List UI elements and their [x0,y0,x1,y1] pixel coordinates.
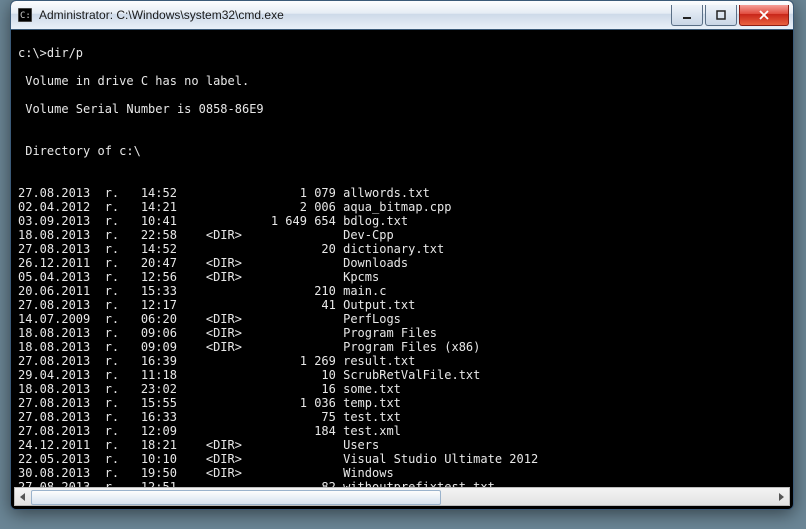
dir-entry: 14.07.2009 r. 06:20 <DIR> PerfLogs [18,312,786,326]
window-title: Administrator: C:\Windows\system32\cmd.e… [39,8,669,22]
dir-entry: 30.08.2013 r. 19:50 <DIR> Windows [18,466,786,480]
dir-entry: 02.04.2012 r. 14:21 2 006 aqua_bitmap.cp… [18,200,786,214]
scroll-thumb[interactable] [31,490,441,505]
dir-entry: 27.08.2013 r. 16:33 75 test.txt [18,410,786,424]
volume-line: Volume in drive C has no label. [18,74,786,88]
dir-entry: 18.08.2013 r. 09:06 <DIR> Program Files [18,326,786,340]
prompt-line: c:\>dir/p [18,46,786,60]
dir-entry: 18.08.2013 r. 22:58 <DIR> Dev-Cpp [18,228,786,242]
dir-entry: 27.08.2013 r. 14:52 20 dictionary.txt [18,242,786,256]
close-button[interactable] [739,5,789,26]
dir-entry: 24.12.2011 r. 18:21 <DIR> Users [18,438,786,452]
svg-text:C:: C: [20,11,31,21]
directory-of-line: Directory of c:\ [18,144,786,158]
dir-entry: 27.08.2013 r. 14:52 1 079 allwords.txt [18,186,786,200]
terminal-area[interactable]: c:\>dir/p Volume in drive C has no label… [14,30,790,487]
dir-entry: 27.08.2013 r. 12:17 41 Output.txt [18,298,786,312]
scroll-left-arrow-icon[interactable] [15,489,31,504]
scroll-right-arrow-icon[interactable] [773,489,789,504]
dir-entry: 18.08.2013 r. 09:09 <DIR> Program Files … [18,340,786,354]
dir-entry: 20.06.2011 r. 15:33 210 main.c [18,284,786,298]
scroll-track[interactable] [31,489,773,504]
dir-entry: 26.12.2011 r. 20:47 <DIR> Downloads [18,256,786,270]
horizontal-scrollbar[interactable] [14,487,790,506]
dir-entry: 27.08.2013 r. 15:55 1 036 temp.txt [18,396,786,410]
dir-entry: 05.04.2013 r. 12:56 <DIR> Kpcms [18,270,786,284]
dir-entry: 22.05.2013 r. 10:10 <DIR> Visual Studio … [18,452,786,466]
window-buttons [669,5,789,25]
dir-entry: 27.08.2013 r. 12:09 184 test.xml [18,424,786,438]
maximize-button[interactable] [705,5,737,26]
titlebar[interactable]: C: Administrator: C:\Windows\system32\cm… [11,1,793,30]
dir-entry: 29.04.2013 r. 11:18 10 ScrubRetValFile.t… [18,368,786,382]
cmd-window: C: Administrator: C:\Windows\system32\cm… [10,0,794,510]
dir-entry: 03.09.2013 r. 10:41 1 649 654 bdlog.txt [18,214,786,228]
dir-listing: 27.08.2013 r. 14:52 1 079 allwords.txt02… [18,186,786,487]
dir-entry: 18.08.2013 r. 23:02 16 some.txt [18,382,786,396]
cmd-icon: C: [17,7,33,23]
dir-entry: 27.08.2013 r. 12:51 82 withoutprefixtest… [18,480,786,487]
serial-line: Volume Serial Number is 0858-86E9 [18,102,786,116]
dir-entry: 27.08.2013 r. 16:39 1 269 result.txt [18,354,786,368]
minimize-button[interactable] [671,5,703,26]
